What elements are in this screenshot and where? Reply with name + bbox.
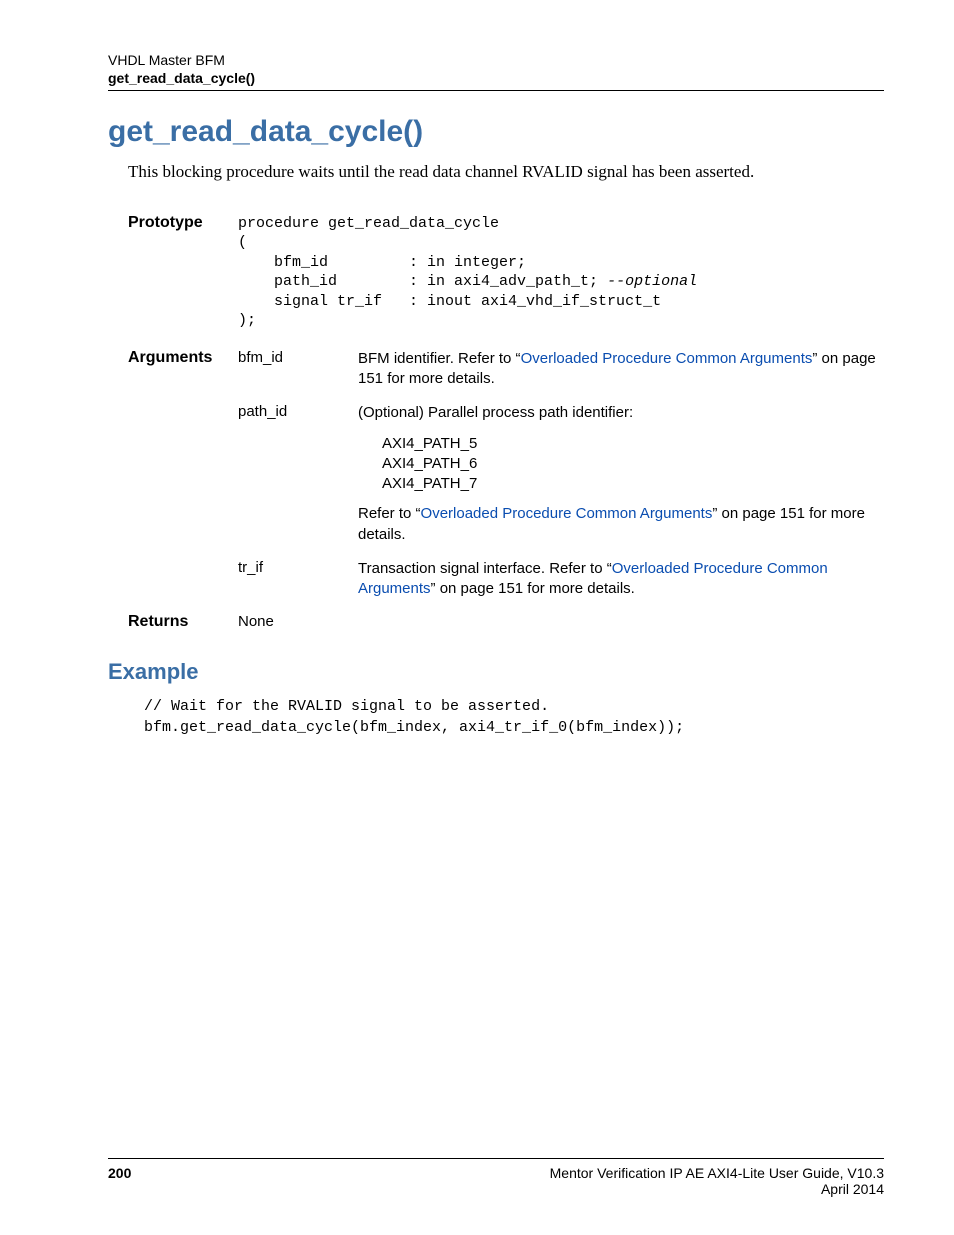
arguments-row-tr-if: tr_if Transaction signal interface. Refe… <box>128 559 884 600</box>
page-footer: 200 Mentor Verification IP AE AXI4-Lite … <box>108 1151 884 1198</box>
prototype-code: procedure get_read_data_cycle ( bfm_id :… <box>238 214 697 331</box>
proto-line4: ); <box>238 312 256 329</box>
arg-path-id-refer-pre: Refer to “ <box>358 505 421 522</box>
example-line2: bfm.get_read_data_cycle(bfm_index, axi4_… <box>144 719 684 736</box>
returns-row: Returns None <box>128 613 884 631</box>
arg-tr-if-post: ” on page 151 for more details. <box>431 580 635 597</box>
arg-name-path-id: path_id <box>238 403 358 420</box>
path-5: AXI4_PATH_5 <box>382 434 884 454</box>
arg-path-id-refer-link[interactable]: Overloaded Procedure Common Arguments <box>421 505 713 522</box>
page-content: VHDL Master BFM get_read_data_cycle() ge… <box>0 0 954 738</box>
arg-name-bfm-id: bfm_id <box>238 349 358 366</box>
proto-line3b-comment: --optional <box>607 273 697 290</box>
arg-path-id-refer: Refer to “Overloaded Procedure Common Ar… <box>358 504 884 545</box>
footer-date: April 2014 <box>550 1181 884 1197</box>
arg-bfm-id-pre: BFM identifier. Refer to “ <box>358 350 521 367</box>
intro-paragraph: This blocking procedure waits until the … <box>128 161 884 184</box>
arg-desc-path-id: (Optional) Parallel process path identif… <box>358 403 884 545</box>
footer-row: 200 Mentor Verification IP AE AXI4-Lite … <box>108 1165 884 1197</box>
path-7: AXI4_PATH_7 <box>382 474 884 494</box>
proto-line1: procedure get_read_data_cycle <box>238 215 499 232</box>
arg-name-tr-if: tr_if <box>238 559 358 576</box>
arg-desc-tr-if: Transaction signal interface. Refer to “… <box>358 559 884 600</box>
page-number: 200 <box>108 1165 131 1181</box>
arg-bfm-id-link[interactable]: Overloaded Procedure Common Arguments <box>521 350 813 367</box>
page-title: get_read_data_cycle() <box>108 115 884 149</box>
running-head-sub: get_read_data_cycle() <box>108 70 884 86</box>
proto-line3c: signal tr_if : inout axi4_vhd_if_struct_… <box>238 293 661 310</box>
path-6: AXI4_PATH_6 <box>382 454 884 474</box>
arguments-label: Arguments <box>128 349 238 367</box>
proto-line3b-pre: path_id : in axi4_adv_path_t; <box>238 273 607 290</box>
arg-tr-if-pre: Transaction signal interface. Refer to “ <box>358 560 612 577</box>
returns-label: Returns <box>128 613 238 631</box>
arg-path-id-intro: (Optional) Parallel process path identif… <box>358 403 884 423</box>
example-heading: Example <box>108 659 884 685</box>
returns-value: None <box>238 613 358 630</box>
example-line1: // Wait for the RVALID signal to be asse… <box>144 698 549 715</box>
header-rule <box>108 90 884 91</box>
arguments-row-path-id: path_id (Optional) Parallel process path… <box>128 403 884 545</box>
example-code: // Wait for the RVALID signal to be asse… <box>144 697 884 738</box>
proto-line2: ( <box>238 234 247 251</box>
footer-doc-title: Mentor Verification IP AE AXI4-Lite User… <box>550 1165 884 1181</box>
arguments-row-bfm-id: Arguments bfm_id BFM identifier. Refer t… <box>128 349 884 390</box>
prototype-row: Prototype procedure get_read_data_cycle … <box>128 214 884 331</box>
arg-desc-bfm-id: BFM identifier. Refer to “Overloaded Pro… <box>358 349 884 390</box>
footer-rule <box>108 1158 884 1159</box>
arg-path-id-paths: AXI4_PATH_5 AXI4_PATH_6 AXI4_PATH_7 <box>382 434 884 495</box>
prototype-label: Prototype <box>128 214 238 232</box>
running-head-title: VHDL Master BFM <box>108 52 884 68</box>
footer-right: Mentor Verification IP AE AXI4-Lite User… <box>550 1165 884 1197</box>
proto-line3a: bfm_id : in integer; <box>238 254 526 271</box>
